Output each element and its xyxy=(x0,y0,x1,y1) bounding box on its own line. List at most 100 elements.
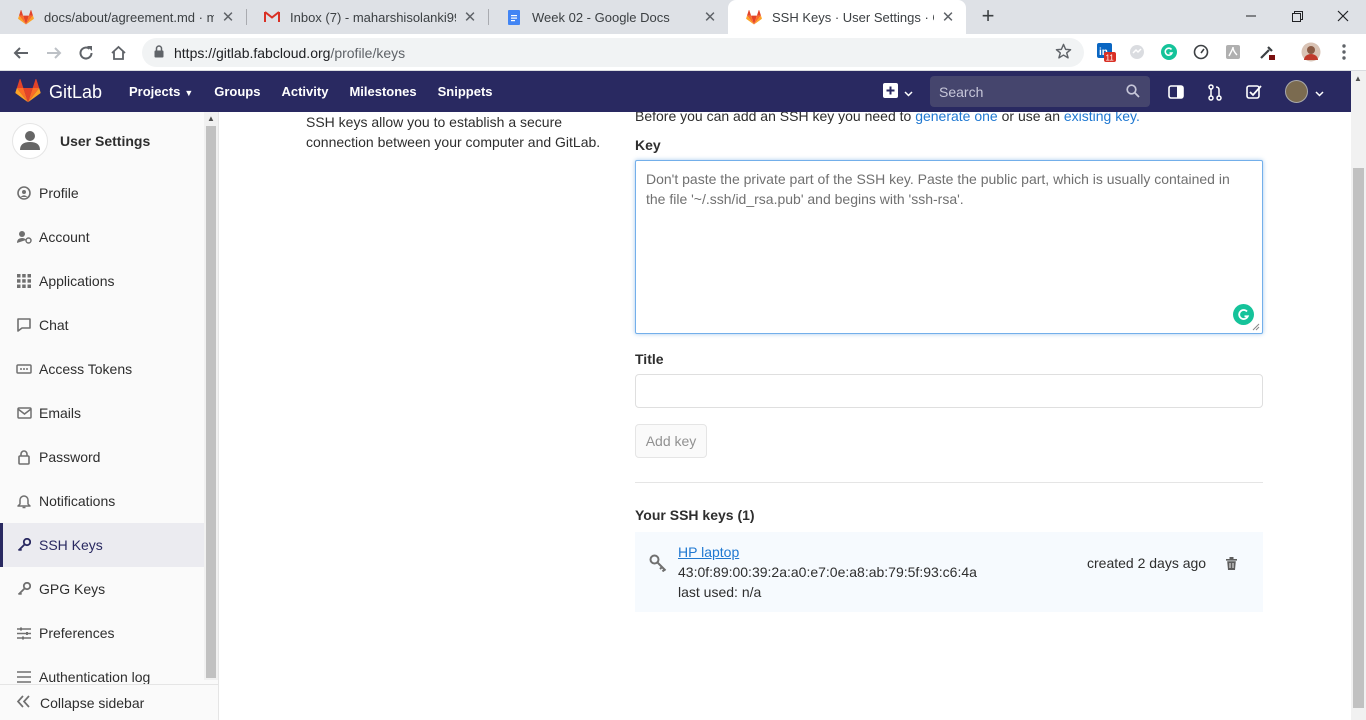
browser-toolbar: https://gitlab.fabcloud.org/profile/keys… xyxy=(0,34,1366,71)
add-key-button[interactable]: Add key xyxy=(635,424,707,458)
sidebar-item-access-tokens[interactable]: Access Tokens xyxy=(0,347,204,391)
pdf-extension-icon[interactable] xyxy=(1223,42,1243,62)
todos-sidebar-icon[interactable] xyxy=(1166,82,1186,102)
sidebar-scrollbar[interactable]: ▲ xyxy=(204,112,218,680)
sidebar-item-account[interactable]: Account xyxy=(0,215,204,259)
collapse-sidebar-button[interactable]: Collapse sidebar xyxy=(0,684,218,720)
your-ssh-keys-heading: Your SSH keys (1) xyxy=(635,507,755,523)
key-label: Key xyxy=(635,137,661,153)
emails-icon xyxy=(16,405,32,421)
minimize-button[interactable] xyxy=(1228,0,1274,32)
address-bar[interactable]: https://gitlab.fabcloud.org/profile/keys xyxy=(142,38,1084,67)
sidebar-item-password[interactable]: Password xyxy=(0,435,204,479)
grammarly-icon[interactable] xyxy=(1233,304,1254,325)
tab-title: SSH Keys · User Settings · GitLab xyxy=(772,9,934,25)
chevron-down-icon: ▼ xyxy=(184,88,194,98)
browser-tab[interactable]: docs/about/agreement.md · mas ✕ xyxy=(0,0,246,34)
gitlab-home-link[interactable]: GitLab xyxy=(15,79,102,106)
sidebar-header[interactable]: User Settings xyxy=(0,112,204,170)
close-icon[interactable]: ✕ xyxy=(702,8,718,26)
browser-tab-active[interactable]: SSH Keys · User Settings · GitLab ✕ xyxy=(728,0,966,34)
double-chevron-left-icon xyxy=(16,694,31,711)
grammarly-extension-icon[interactable] xyxy=(1159,42,1179,62)
sidebar-item-preferences[interactable]: Preferences xyxy=(0,611,204,655)
generate-one-link[interactable]: generate one xyxy=(915,112,998,124)
bell-icon xyxy=(16,493,32,509)
ssh-key-last-used: last used: n/a xyxy=(678,584,762,600)
sidebar-item-gpg-keys[interactable]: GPG Keys xyxy=(0,567,204,611)
existing-key-link[interactable]: existing key. xyxy=(1064,112,1140,124)
merge-request-icon[interactable] xyxy=(1205,82,1225,102)
ssh-intro-text: SSH keys allow you to establish a secure… xyxy=(306,114,601,150)
tab-title: Inbox (7) - maharshisolanki99@g xyxy=(290,9,456,25)
speedometer-extension-icon[interactable] xyxy=(1191,42,1211,62)
applications-icon xyxy=(16,273,32,289)
reload-button[interactable] xyxy=(73,40,99,66)
trash-icon[interactable] xyxy=(1226,557,1237,573)
browser-tab-strip: docs/about/agreement.md · mas ✕ Inbox (7… xyxy=(0,0,1366,34)
extension-icon[interactable] xyxy=(1127,42,1147,62)
title-input[interactable] xyxy=(635,374,1263,408)
sidebar-item-profile[interactable]: Profile xyxy=(0,171,204,215)
tab-title: docs/about/agreement.md · mas xyxy=(44,9,214,25)
new-item-dropdown[interactable] xyxy=(883,83,913,101)
nav-activity[interactable]: Activity xyxy=(281,84,328,99)
sidebar-item-emails[interactable]: Emails xyxy=(0,391,204,435)
divider xyxy=(635,482,1263,483)
nav-snippets[interactable]: Snippets xyxy=(438,84,493,99)
todo-checkbox-icon[interactable] xyxy=(1244,82,1264,102)
eyedropper-extension-icon[interactable] xyxy=(1257,42,1277,62)
chevron-down-icon xyxy=(904,84,913,100)
linkedin-extension-icon[interactable]: in 11 xyxy=(1096,42,1116,62)
gitlab-brand-name: GitLab xyxy=(49,82,103,102)
page-scroll-thumb[interactable] xyxy=(1353,168,1364,708)
browser-tab[interactable]: Inbox (7) - maharshisolanki99@g ✕ xyxy=(246,0,488,34)
search-icon xyxy=(1126,84,1140,101)
resize-handle-icon[interactable] xyxy=(1252,323,1260,331)
close-icon[interactable]: ✕ xyxy=(940,8,956,26)
list-icon xyxy=(16,669,32,685)
scroll-up-icon[interactable]: ▲ xyxy=(207,114,215,123)
sidebar-scroll-thumb[interactable] xyxy=(206,126,216,678)
search-input[interactable]: Search xyxy=(930,76,1150,107)
title-label: Title xyxy=(635,351,664,367)
chat-icon xyxy=(16,317,32,333)
settings-sidebar: User Settings Profile Account Applicatio… xyxy=(0,112,219,720)
sidebar-item-chat[interactable]: Chat xyxy=(0,303,204,347)
ssh-key-title-link[interactable]: HP laptop xyxy=(678,544,739,560)
nav-projects[interactable]: Projects ▼ xyxy=(129,84,193,99)
close-icon[interactable]: ✕ xyxy=(220,8,236,26)
user-avatar-icon xyxy=(12,123,48,159)
nav-milestones[interactable]: Milestones xyxy=(349,84,416,99)
back-button[interactable] xyxy=(8,40,34,66)
new-tab-button[interactable]: + xyxy=(976,5,1000,29)
restore-button[interactable] xyxy=(1274,0,1320,32)
access-tokens-icon xyxy=(16,361,32,377)
key-textarea[interactable] xyxy=(635,160,1263,334)
sidebar-item-ssh-keys[interactable]: SSH Keys xyxy=(0,523,204,567)
close-window-button[interactable] xyxy=(1320,0,1366,32)
nav-groups[interactable]: Groups xyxy=(214,84,260,99)
ssh-key-row: HP laptop 43:0f:89:00:39:2a:a0:e7:0e:a8:… xyxy=(635,532,1263,612)
close-icon[interactable]: ✕ xyxy=(462,8,478,26)
avatar xyxy=(1285,80,1308,103)
sidebar-item-notifications[interactable]: Notifications xyxy=(0,479,204,523)
top-nav: Projects ▼ Groups Activity Milestones Sni… xyxy=(129,71,514,112)
gitlab-icon xyxy=(18,9,34,25)
lock-icon xyxy=(154,44,164,61)
main-content: SSH keys allow you to establish a secure… xyxy=(219,112,1351,720)
account-icon xyxy=(16,229,32,245)
gitlab-logo-icon xyxy=(15,79,41,106)
home-button[interactable] xyxy=(105,40,131,66)
bookmark-star-icon[interactable] xyxy=(1055,43,1072,63)
page-scrollbar[interactable]: ▲ xyxy=(1351,71,1366,720)
sidebar-item-applications[interactable]: Applications xyxy=(0,259,204,303)
gitlab-header: GitLab Projects ▼ Groups Activity Milesto… xyxy=(0,71,1366,112)
chrome-menu-icon[interactable] xyxy=(1334,42,1354,62)
user-menu[interactable] xyxy=(1285,80,1324,103)
preferences-icon xyxy=(16,625,32,641)
browser-tab[interactable]: Week 02 - Google Docs ✕ xyxy=(488,0,728,34)
scroll-up-icon[interactable]: ▲ xyxy=(1354,74,1362,83)
profile-avatar[interactable] xyxy=(1301,42,1321,62)
forward-button[interactable] xyxy=(41,40,67,66)
